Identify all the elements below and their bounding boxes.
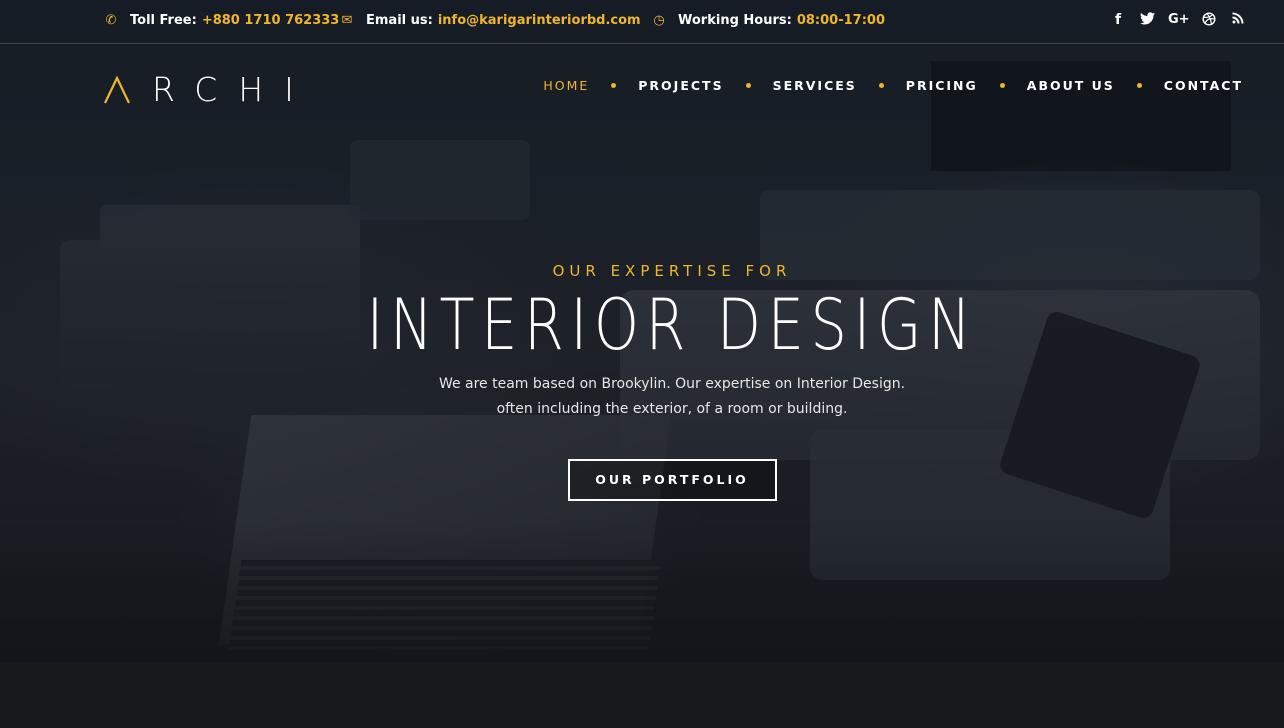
social-links: f G+	[1110, 12, 1246, 30]
nav-separator-dot	[745, 83, 751, 88]
dribbble-icon[interactable]	[1201, 12, 1217, 30]
nav-contact[interactable]: CONTACT	[1164, 78, 1243, 93]
nav-pricing[interactable]: PRICING	[906, 78, 978, 93]
hero-headline: INTERIOR DESIGN	[366, 284, 978, 366]
hero-description: We are team based on Brookylin. Our expe…	[0, 372, 1284, 422]
clock-icon: ◷	[653, 13, 665, 28]
working-hours-info: ◷ Working Hours: 08:00-17:00	[652, 13, 885, 28]
working-hours-value: 08:00-17:00	[796, 13, 885, 28]
nav-home[interactable]: HOME	[543, 78, 589, 93]
nav-separator-dot	[611, 83, 617, 88]
email-label: Email us:	[366, 13, 433, 28]
twitter-icon[interactable]	[1139, 12, 1155, 30]
logo-mark-icon	[104, 75, 130, 103]
hero-description-line: often including the exterior, of a room …	[496, 401, 848, 417]
toll-free-info: ✆ Toll Free: +880 1710 762333	[104, 13, 340, 28]
nav-separator-dot	[1136, 83, 1142, 88]
site-logo[interactable]: RCHI	[104, 70, 315, 109]
nav-separator-dot	[878, 83, 884, 88]
portfolio-button[interactable]: OUR PORTFOLIO	[567, 459, 777, 501]
toll-free-label: Toll Free:	[130, 13, 197, 28]
nav-separator-dot	[999, 83, 1005, 88]
google-plus-icon[interactable]: G+	[1168, 12, 1190, 30]
working-hours-label: Working Hours:	[678, 13, 792, 28]
rss-icon[interactable]	[1230, 12, 1246, 30]
toll-free-number[interactable]: +880 1710 762333	[202, 13, 340, 28]
nav-projects[interactable]: PROJECTS	[638, 78, 723, 93]
envelope-icon: ✉	[341, 13, 353, 28]
page: ✆ Toll Free: +880 1710 762333 ✉ Email us…	[0, 0, 1284, 728]
logo-text: RCHI	[152, 70, 315, 109]
facebook-icon[interactable]: f	[1110, 12, 1126, 30]
hero-eyebrow: OUR EXPERTISE FOR	[552, 262, 792, 280]
top-bar: ✆ Toll Free: +880 1710 762333 ✉ Email us…	[0, 0, 1284, 44]
next-section-band	[0, 662, 1284, 728]
hero-description-line: We are team based on Brookylin. Our expe…	[438, 376, 906, 392]
hero-content: OUR EXPERTISE FOR INTERIOR DESIGN We are…	[0, 262, 1284, 501]
main-nav: HOME PROJECTS SERVICES PRICING ABOUT US …	[543, 78, 1243, 93]
email-address[interactable]: info@karigarinteriorbd.com	[438, 13, 641, 28]
phone-icon: ✆	[105, 13, 117, 28]
nav-about-us[interactable]: ABOUT US	[1027, 78, 1115, 93]
email-info: ✉ Email us: info@karigarinteriorbd.com	[340, 13, 641, 28]
nav-services[interactable]: SERVICES	[773, 78, 857, 93]
